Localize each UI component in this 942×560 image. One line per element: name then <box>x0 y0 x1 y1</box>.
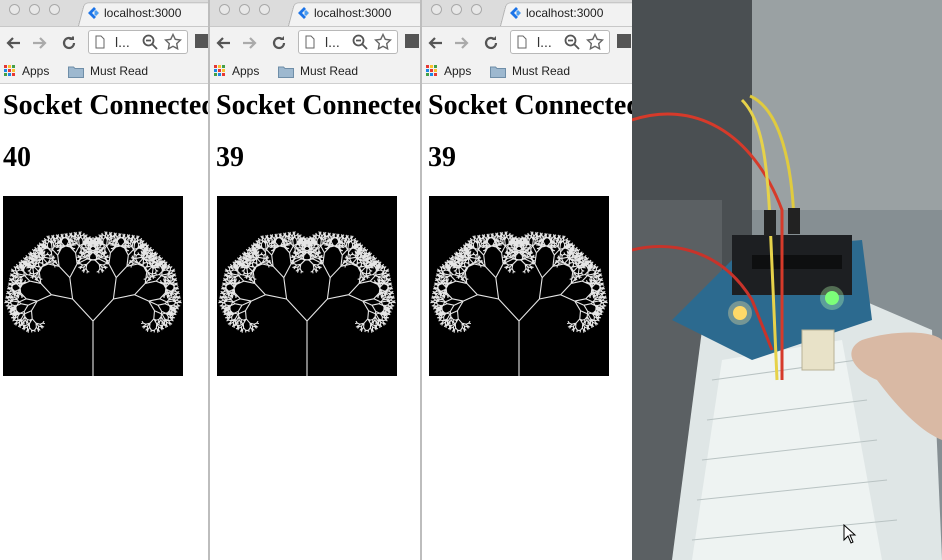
zoom-window-button[interactable] <box>471 4 482 15</box>
tab-title: localhost:3000 <box>526 6 604 20</box>
tab-label-group: localhost:3000 <box>86 4 181 22</box>
socket-status-heading: Socket Connected <box>3 90 208 121</box>
bookmark-star-icon[interactable] <box>586 33 604 51</box>
browser-window-2: localhost:3000 l... Apps Must Read Socke… <box>210 0 420 560</box>
bookmark-must-read[interactable]: Must Read <box>278 62 358 80</box>
bookmark-apps[interactable]: Apps <box>4 62 49 80</box>
localhost-favicon-icon <box>88 7 99 19</box>
zoom-window-button[interactable] <box>49 4 60 15</box>
url-text: l... <box>115 34 130 50</box>
webcam-photo <box>632 0 942 560</box>
close-window-button[interactable] <box>431 4 442 15</box>
bookmarks-bar: Apps Must Read <box>0 59 208 84</box>
fractal-tree-canvas <box>217 196 397 376</box>
address-bar[interactable]: l... <box>510 30 610 54</box>
reload-icon <box>484 36 498 50</box>
reload-button[interactable] <box>481 33 501 53</box>
toolbar: l... <box>210 27 420 59</box>
folder-icon <box>278 66 294 78</box>
localhost-favicon-icon <box>510 7 521 19</box>
counter-heading: 39 <box>216 142 244 173</box>
forward-button[interactable] <box>240 33 260 53</box>
localhost-favicon-icon <box>298 7 309 19</box>
reload-button[interactable] <box>59 33 79 53</box>
zoom-window-button[interactable] <box>259 4 270 15</box>
fractal-tree-canvas <box>3 196 183 376</box>
back-arrow-icon <box>428 37 442 49</box>
bookmark-label: Must Read <box>512 64 571 78</box>
apps-grid-icon <box>426 65 438 77</box>
title-bar: localhost:3000 <box>422 0 632 27</box>
bookmarks-bar: Apps Must Read <box>210 59 420 84</box>
tab-title: localhost:3000 <box>314 6 392 20</box>
tab-label-group: localhost:3000 <box>296 4 391 22</box>
mouse-cursor-icon <box>843 524 857 544</box>
forward-arrow-icon <box>243 37 257 49</box>
reload-icon <box>62 36 76 50</box>
bookmark-star-icon[interactable] <box>164 33 182 51</box>
apps-grid-icon <box>214 65 226 77</box>
bookmark-label: Apps <box>444 64 472 78</box>
url-text: l... <box>537 34 552 50</box>
title-bar: localhost:3000 <box>210 0 420 27</box>
close-window-button[interactable] <box>219 4 230 15</box>
bookmark-must-read[interactable]: Must Read <box>68 62 148 80</box>
bookmark-apps[interactable]: Apps <box>426 62 471 80</box>
apps-grid-icon <box>4 65 16 77</box>
socket-status-heading: Socket Connected <box>216 90 420 121</box>
bookmark-label: Must Read <box>300 64 359 78</box>
page-icon <box>95 35 105 49</box>
page-content: Socket Connected 40 <box>0 84 208 560</box>
back-arrow-icon <box>6 37 20 49</box>
minimize-window-button[interactable] <box>29 4 40 15</box>
title-bar: localhost:3000 <box>0 0 208 27</box>
bookmark-star-icon[interactable] <box>374 33 392 51</box>
minimize-window-button[interactable] <box>239 4 250 15</box>
back-button[interactable] <box>213 33 233 53</box>
forward-button[interactable] <box>30 33 50 53</box>
toolbar: l... <box>0 27 208 59</box>
bookmark-label: Must Read <box>90 64 149 78</box>
close-window-button[interactable] <box>9 4 20 15</box>
tab-title: localhost:3000 <box>104 6 182 20</box>
counter-heading: 39 <box>428 142 456 173</box>
tab-label-group: localhost:3000 <box>508 4 603 22</box>
back-button[interactable] <box>425 33 445 53</box>
folder-icon <box>68 66 84 78</box>
minimize-window-button[interactable] <box>451 4 462 15</box>
fractal-tree-canvas <box>429 196 609 376</box>
reload-button[interactable] <box>269 33 289 53</box>
page-content: Socket Connected 39 <box>210 84 420 560</box>
toolbar: l... <box>422 27 632 59</box>
zoom-out-icon[interactable] <box>352 34 368 50</box>
forward-arrow-icon <box>33 37 47 49</box>
zoom-out-icon[interactable] <box>142 34 158 50</box>
extension-icon[interactable] <box>405 34 419 48</box>
page-content: Socket Connected 39 <box>422 84 632 560</box>
bookmark-must-read[interactable]: Must Read <box>490 62 570 80</box>
back-button[interactable] <box>3 33 23 53</box>
bookmark-apps[interactable]: Apps <box>214 62 259 80</box>
address-bar[interactable]: l... <box>88 30 188 54</box>
bookmark-label: Apps <box>22 64 50 78</box>
page-icon <box>305 35 315 49</box>
zoom-out-icon[interactable] <box>564 34 580 50</box>
forward-arrow-icon <box>455 37 469 49</box>
socket-status-heading: Socket Connected <box>428 90 632 121</box>
extension-icon[interactable] <box>195 34 208 48</box>
browser-window-3: localhost:3000 l... Apps Must Read Socke… <box>422 0 632 560</box>
url-text: l... <box>325 34 340 50</box>
folder-icon <box>490 66 506 78</box>
address-bar[interactable]: l... <box>298 30 398 54</box>
reload-icon <box>272 36 286 50</box>
counter-heading: 40 <box>3 142 31 173</box>
browser-window-1: localhost:3000 l... Apps Must Read Socke… <box>0 0 208 560</box>
bookmark-label: Apps <box>232 64 260 78</box>
forward-button[interactable] <box>452 33 472 53</box>
back-arrow-icon <box>216 37 230 49</box>
page-icon <box>517 35 527 49</box>
bookmarks-bar: Apps Must Read <box>422 59 632 84</box>
extension-icon[interactable] <box>617 34 631 48</box>
